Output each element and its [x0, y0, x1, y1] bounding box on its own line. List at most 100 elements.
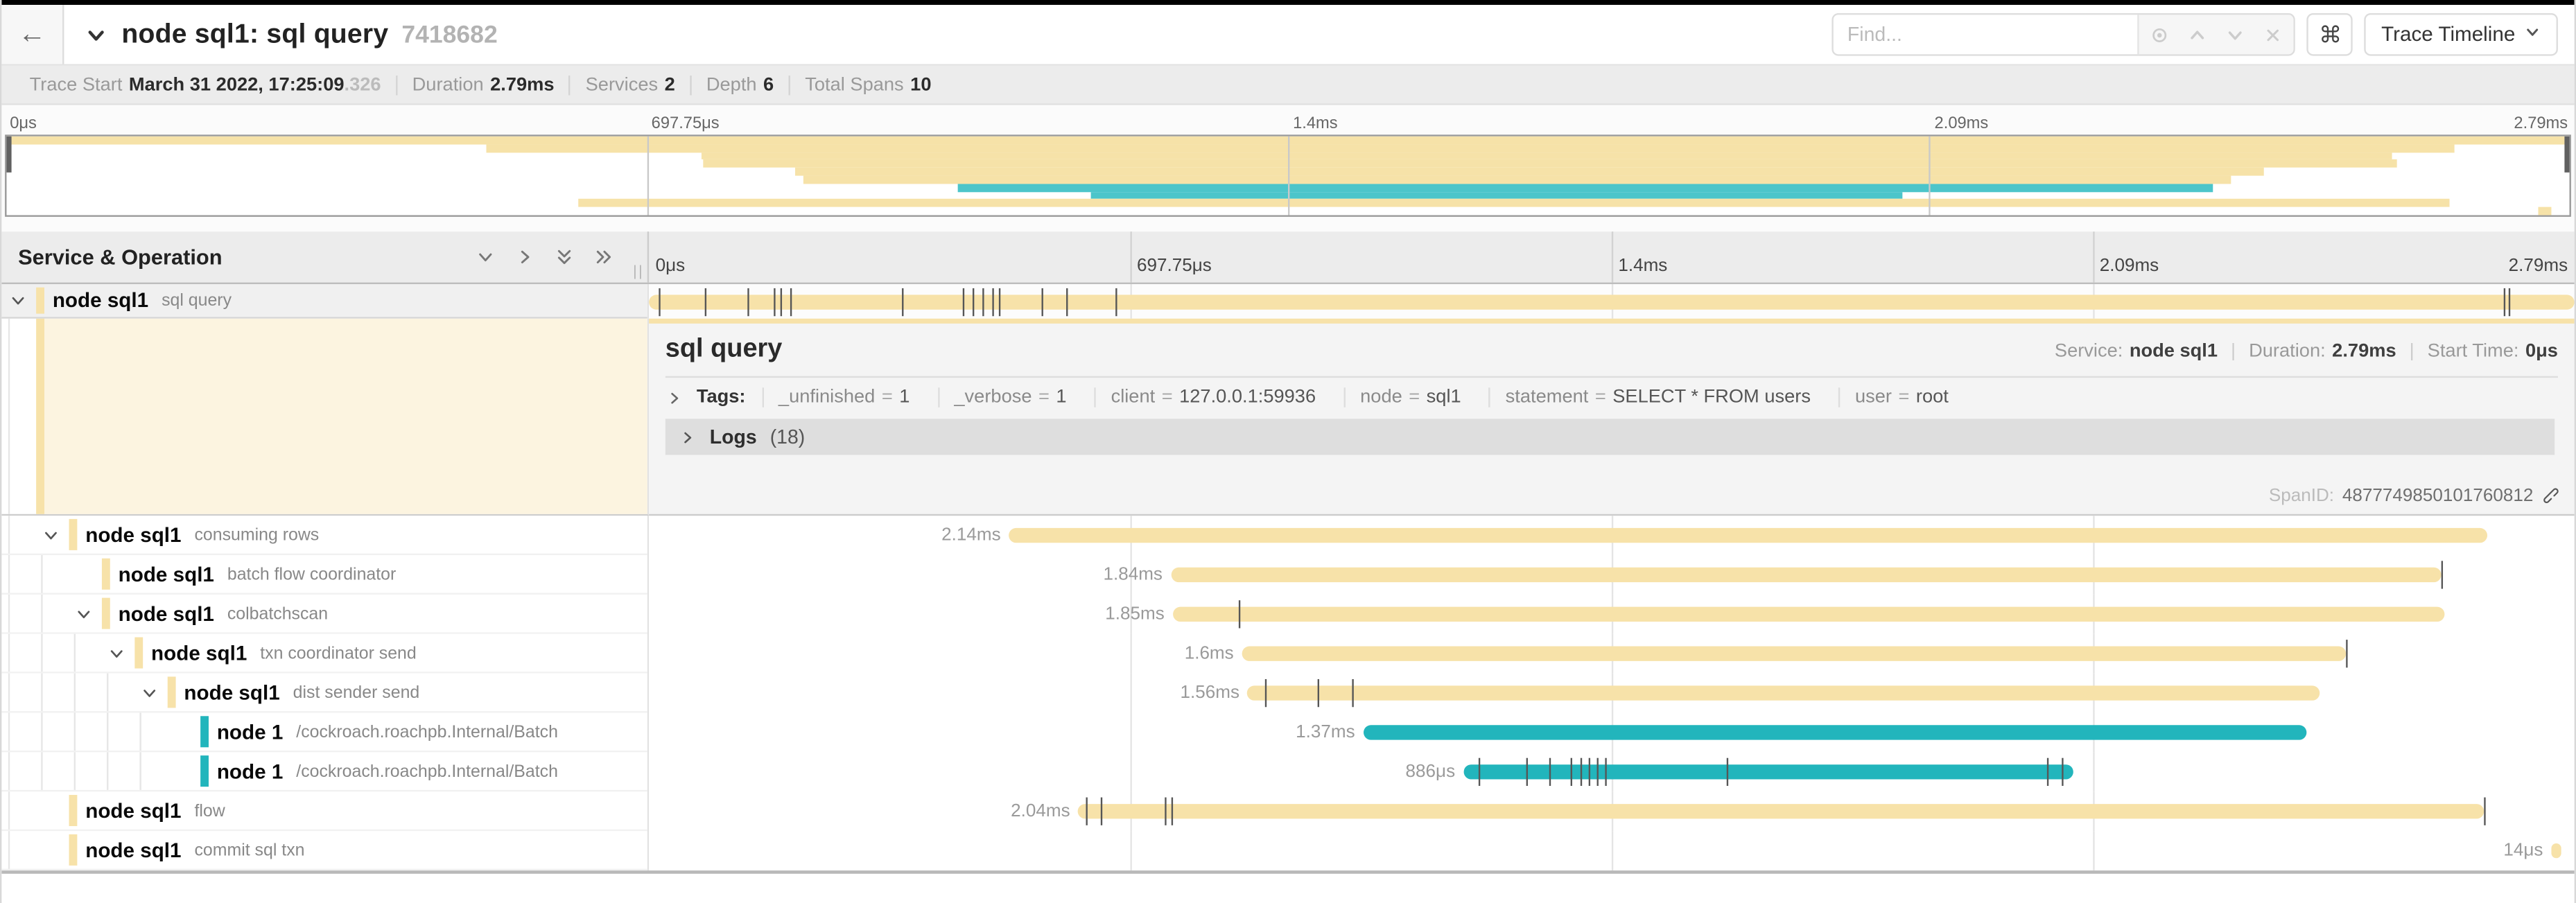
log-tick[interactable]	[780, 288, 781, 315]
link-icon[interactable]	[2541, 486, 2561, 505]
trace-view-dropdown[interactable]: Trace Timeline	[2365, 13, 2558, 56]
log-tick[interactable]	[1265, 679, 1267, 707]
tree-row--cockroach-roachpb-internal-batch[interactable]: node 1/cockroach.roachpb.Internal/Batch	[1, 752, 647, 791]
log-tick[interactable]	[1550, 758, 1551, 786]
log-tick[interactable]	[1728, 758, 1729, 786]
log-tick[interactable]	[1581, 758, 1582, 786]
tag-item[interactable]: user=root	[1838, 387, 1963, 407]
tree-row-consuming-rows[interactable]: node sql1consuming rows	[1, 516, 647, 555]
log-tick[interactable]	[1572, 758, 1573, 786]
minimap-canvas[interactable]	[5, 134, 2571, 216]
chevron-down-icon[interactable]	[8, 290, 28, 310]
log-tick[interactable]	[2503, 288, 2505, 315]
log-tick[interactable]	[2484, 798, 2485, 825]
timeline-row[interactable]: 14μs	[649, 831, 2575, 870]
log-tick[interactable]	[1171, 798, 1172, 825]
timeline-row[interactable]: 886μs	[649, 752, 2575, 791]
log-tick[interactable]	[659, 288, 660, 315]
timeline-row[interactable]: 2.14ms	[649, 516, 2575, 555]
log-tick[interactable]	[1238, 600, 1239, 628]
minimap-scrubber-handle[interactable]	[2564, 137, 2569, 173]
minimap-scrubber-handle[interactable]	[6, 137, 11, 173]
log-tick[interactable]	[1165, 798, 1166, 825]
log-tick[interactable]	[1102, 798, 1103, 825]
find-input[interactable]	[1834, 15, 2138, 54]
span-bar[interactable]	[649, 294, 2575, 308]
chevron-down-icon[interactable]	[107, 643, 126, 663]
span-bar[interactable]	[1009, 528, 2487, 543]
log-tick[interactable]	[1317, 679, 1319, 707]
log-tick[interactable]	[973, 288, 974, 315]
tags-row[interactable]: Tags:_unfinished=1_verbose=1client=127.0…	[665, 387, 2558, 407]
timeline-row[interactable]	[649, 284, 2575, 319]
log-tick[interactable]	[901, 288, 903, 315]
log-tick[interactable]	[1115, 288, 1116, 315]
log-tick[interactable]	[963, 288, 964, 315]
prev-result-icon[interactable]	[2187, 24, 2209, 45]
log-tick[interactable]	[747, 288, 749, 315]
tree-row-colbatchscan[interactable]: node sql1colbatchscan	[1, 595, 647, 634]
log-tick[interactable]	[1067, 288, 1068, 315]
span-bar[interactable]	[1248, 685, 2320, 700]
log-tick[interactable]	[1589, 758, 1590, 786]
log-tick[interactable]	[2047, 758, 2048, 786]
tree-row-sql-query[interactable]: node sql1sql query	[1, 284, 647, 319]
span-bar[interactable]	[1171, 568, 2442, 582]
chevron-down-icon[interactable]	[139, 683, 159, 702]
span-bar[interactable]	[1463, 764, 2073, 779]
log-tick[interactable]	[2442, 561, 2443, 588]
log-tick[interactable]	[1596, 758, 1598, 786]
span-bar[interactable]	[1364, 725, 2307, 739]
log-tick[interactable]	[1606, 758, 1608, 786]
tree-row-batch-flow-coordinator[interactable]: node sql1batch flow coordinator	[1, 555, 647, 595]
tag-item[interactable]: _verbose=1	[938, 387, 1081, 407]
timeline-row[interactable]: 1.6ms	[649, 634, 2575, 674]
tag-item[interactable]: statement=SELECT * FROM users	[1489, 387, 1825, 407]
back-button[interactable]: ←	[1, 5, 64, 64]
collapse-one-icon[interactable]	[475, 246, 496, 268]
log-tick[interactable]	[790, 288, 791, 315]
column-resizer-handle[interactable]: ||	[633, 263, 644, 279]
tree-row-commit-sql-txn[interactable]: node sql1commit sql txn	[1, 831, 647, 870]
tree-row-flow[interactable]: node sql1flow	[1, 791, 647, 831]
span-bar[interactable]	[2551, 843, 2561, 858]
logs-row[interactable]: Logs(18)	[665, 419, 2555, 455]
span-bar[interactable]	[1173, 607, 2446, 622]
timeline-row[interactable]: 1.37ms	[649, 713, 2575, 753]
timeline-row[interactable]: 1.85ms	[649, 595, 2575, 634]
log-tick[interactable]	[1527, 758, 1529, 786]
tag-item[interactable]: client=127.0.0.1:59936	[1095, 387, 1331, 407]
collapse-all-icon[interactable]	[554, 246, 575, 268]
tree-row--cockroach-roachpb-internal-batch[interactable]: node 1/cockroach.roachpb.Internal/Batch	[1, 713, 647, 753]
timeline-row[interactable]: 1.56ms	[649, 674, 2575, 713]
log-tick[interactable]	[1352, 679, 1353, 707]
log-tick[interactable]	[2509, 288, 2510, 315]
tree-row-txn-coordinator-send[interactable]: node sql1txn coordinator send	[1, 634, 647, 674]
log-tick[interactable]	[1000, 288, 1001, 315]
log-tick[interactable]	[2345, 640, 2347, 667]
timeline-row[interactable]: 2.04ms	[649, 791, 2575, 831]
timeline-row[interactable]: 1.84ms	[649, 555, 2575, 595]
log-tick[interactable]	[1042, 288, 1043, 315]
expand-all-icon[interactable]	[593, 246, 615, 268]
tree-row-dist-sender-send[interactable]: node sql1dist sender send	[1, 674, 647, 713]
span-bar[interactable]	[1242, 647, 2345, 661]
next-result-icon[interactable]	[2225, 24, 2247, 45]
tag-item[interactable]: _unfinished=1	[762, 387, 925, 407]
log-tick[interactable]	[705, 288, 706, 315]
log-tick[interactable]	[2062, 758, 2064, 786]
keyboard-shortcuts-button[interactable]: ⌘	[2307, 13, 2353, 56]
log-tick[interactable]	[774, 288, 776, 315]
chevron-down-icon[interactable]	[41, 525, 60, 544]
log-tick[interactable]	[982, 288, 984, 315]
clear-search-icon[interactable]	[2263, 24, 2285, 45]
chevron-down-icon[interactable]	[74, 604, 94, 623]
chevron-down-icon[interactable]	[84, 22, 109, 47]
log-tick[interactable]	[991, 288, 993, 315]
log-tick[interactable]	[1086, 798, 1088, 825]
log-tick[interactable]	[1479, 758, 1480, 786]
span-bar[interactable]	[1078, 804, 2484, 818]
locate-icon[interactable]	[2150, 24, 2171, 45]
expand-one-icon[interactable]	[514, 246, 536, 268]
tag-item[interactable]: node=sql1	[1343, 387, 1476, 407]
